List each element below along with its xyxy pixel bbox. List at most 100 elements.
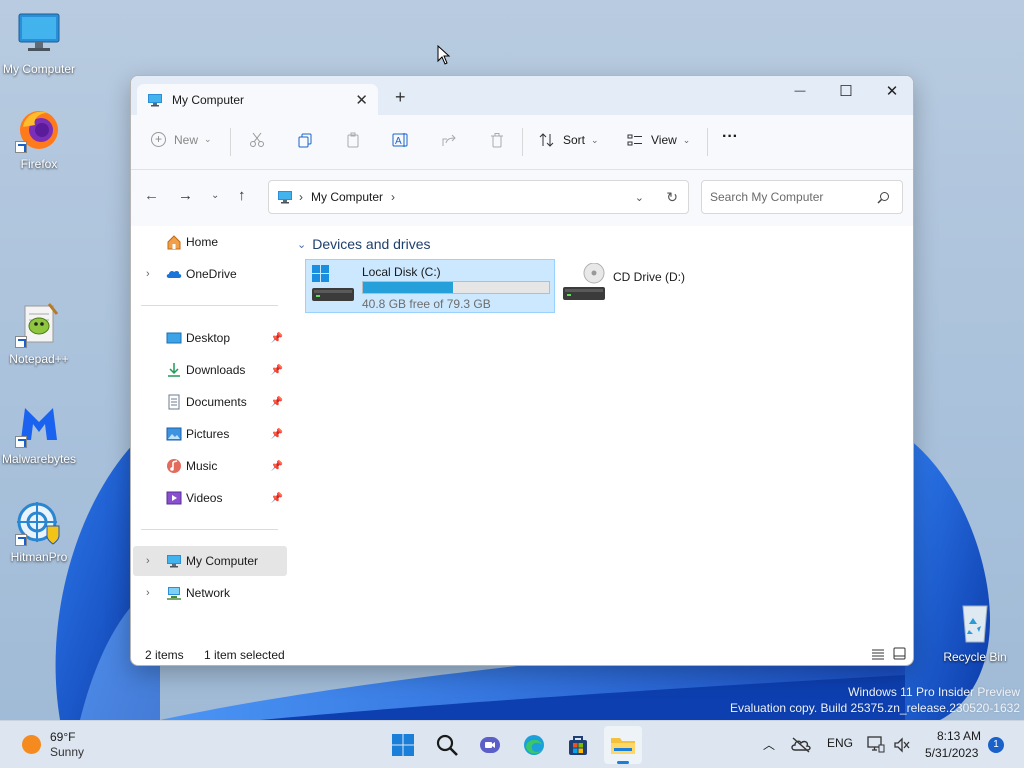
volume-muted-icon[interactable] — [893, 737, 911, 753]
maximize-button[interactable]: ☐ — [823, 76, 869, 106]
file-explorer-window: My Computer ✕ + — ☐ ✕ + New ⌄ A Sort ⌄ V… — [130, 75, 914, 666]
os-watermark-line2: Evaluation copy. Build 25375.zn_release.… — [730, 701, 1020, 715]
view-button[interactable]: View ⌄ — [627, 132, 690, 148]
back-button[interactable]: ← — [144, 187, 159, 204]
sidebar-item-downloads[interactable]: Downloads 📌 — [133, 355, 287, 385]
up-button[interactable]: ↑ — [238, 187, 246, 204]
recent-locations-button[interactable]: ⌄ — [211, 190, 219, 201]
sidebar-item-videos[interactable]: Videos 📌 — [133, 483, 287, 513]
videos-icon — [166, 491, 182, 505]
copy-icon — [298, 133, 312, 148]
rename-button[interactable]: A — [392, 132, 410, 148]
desktop-icon-firefox[interactable]: Firefox — [0, 105, 78, 171]
details-view-icon[interactable] — [871, 648, 885, 660]
breadcrumb-my-computer[interactable]: My Computer — [311, 190, 383, 204]
cut-button[interactable] — [249, 132, 265, 148]
chevron-down-icon[interactable]: ⌄ — [297, 238, 306, 251]
plus-circle-icon: + — [151, 132, 166, 147]
chevron-right-icon[interactable]: › — [146, 268, 150, 280]
chat-camera-icon — [480, 737, 500, 753]
search-button[interactable] — [433, 731, 461, 759]
desktop-icon-recycle-bin[interactable]: Recycle Bin — [936, 598, 1014, 664]
store-icon — [569, 736, 587, 755]
delete-button[interactable] — [489, 132, 505, 148]
sidebar-item-documents[interactable]: Documents 📌 — [133, 387, 287, 417]
teams-chat-button[interactable] — [476, 731, 504, 759]
close-tab-icon[interactable]: ✕ — [355, 91, 368, 109]
navigation-pane: Home › OneDrive Desktop 📌 Downloads 📌 Do… — [131, 226, 291, 641]
paste-button[interactable] — [345, 132, 361, 148]
tab-my-computer[interactable]: My Computer ✕ — [137, 84, 378, 115]
command-separator — [230, 128, 231, 156]
downloads-icon — [168, 363, 180, 377]
monitor-icon — [167, 555, 181, 568]
show-hidden-icons-chevron[interactable]: ︿ — [763, 736, 775, 753]
sidebar-item-onedrive[interactable]: › OneDrive — [133, 259, 287, 289]
cd-drive-icon — [563, 263, 605, 300]
trash-icon — [491, 133, 503, 148]
share-button[interactable] — [441, 132, 457, 148]
address-dropdown-icon[interactable]: ⌄ — [635, 191, 644, 204]
chevron-down-icon: ⌄ — [591, 134, 599, 145]
pin-icon[interactable]: 📌 — [271, 461, 283, 472]
weather-widget[interactable]: 69°F Sunny — [20, 730, 110, 760]
pin-icon[interactable]: 📌 — [271, 333, 283, 344]
home-icon — [167, 235, 181, 250]
sidebar-item-label: Documents — [186, 395, 247, 409]
desktop-icon-malwarebytes[interactable]: Malwarebytes — [0, 400, 78, 466]
pin-icon[interactable]: 📌 — [271, 429, 283, 440]
sidebar-item-network[interactable]: › Network — [133, 578, 287, 608]
file-explorer-taskbar-button[interactable] — [604, 726, 642, 764]
pin-icon[interactable]: 📌 — [271, 365, 283, 376]
desktop-icon-label: Recycle Bin — [943, 650, 1007, 664]
start-button[interactable] — [389, 731, 417, 759]
chevron-right-icon[interactable]: › — [391, 190, 395, 204]
edge-button[interactable] — [520, 731, 548, 759]
clock-time[interactable]: 8:13 AM — [937, 729, 981, 743]
group-header-devices-and-drives[interactable]: ⌄ Devices and drives — [297, 236, 431, 252]
sidebar-item-pictures[interactable]: Pictures 📌 — [133, 419, 287, 449]
search-input[interactable]: Search My Computer — [701, 180, 903, 214]
notification-badge[interactable]: 1 — [988, 737, 1004, 753]
large-icons-view-icon[interactable] — [893, 647, 906, 660]
desktop-icon-my-computer[interactable]: My Computer — [0, 10, 78, 76]
forward-button[interactable]: → — [178, 187, 193, 204]
svg-text:A: A — [395, 136, 402, 147]
weather-temp: 69°F — [50, 730, 76, 744]
documents-icon — [168, 394, 180, 410]
pin-icon[interactable]: 📌 — [271, 493, 283, 504]
folder-icon — [611, 738, 635, 754]
pin-icon[interactable]: 📌 — [271, 397, 283, 408]
new-tab-button[interactable]: + — [395, 87, 406, 108]
close-window-button[interactable]: ✕ — [869, 76, 913, 106]
sidebar-item-desktop[interactable]: Desktop 📌 — [133, 323, 287, 353]
sidebar-item-label: Videos — [186, 491, 223, 505]
address-bar[interactable]: › My Computer › ⌄ ↻ — [268, 180, 689, 214]
desktop-icon-label: HitmanPro — [10, 550, 68, 564]
sidebar-item-home[interactable]: Home — [133, 227, 287, 257]
new-button[interactable]: + New ⌄ — [151, 132, 212, 147]
drive-name: Local Disk (C:) — [362, 265, 441, 279]
sidebar-item-my-computer[interactable]: › My Computer — [133, 546, 287, 576]
desktop-icon-hitmanpro[interactable]: HitmanPro — [0, 498, 78, 564]
drive-local-disk-c[interactable]: Local Disk (C:) 40.8 GB free of 79.3 GB — [305, 259, 555, 313]
drive-cd-drive-d[interactable]: CD Drive (D:) — [557, 259, 707, 313]
shortcut-arrow-icon — [15, 336, 27, 348]
minimize-button[interactable]: — — [777, 76, 823, 106]
language-indicator[interactable]: ENG — [827, 736, 853, 750]
network-status-icon[interactable] — [867, 736, 885, 753]
network-icon — [167, 587, 181, 600]
more-options-button[interactable]: ··· — [722, 128, 738, 146]
chevron-right-icon: › — [299, 190, 303, 204]
sort-button[interactable]: Sort ⌄ — [539, 132, 599, 148]
onedrive-offline-icon[interactable] — [791, 737, 811, 753]
chevron-right-icon[interactable]: › — [146, 555, 150, 567]
copy-button[interactable] — [297, 132, 313, 148]
chevron-right-icon[interactable]: › — [146, 587, 150, 599]
command-separator — [522, 128, 523, 156]
clock-date[interactable]: 5/31/2023 — [925, 746, 978, 760]
refresh-icon[interactable]: ↻ — [666, 189, 678, 206]
sidebar-item-music[interactable]: Music 📌 — [133, 451, 287, 481]
store-button[interactable] — [564, 731, 592, 759]
desktop-icon-notepadpp[interactable]: Notepad++ — [0, 300, 78, 366]
